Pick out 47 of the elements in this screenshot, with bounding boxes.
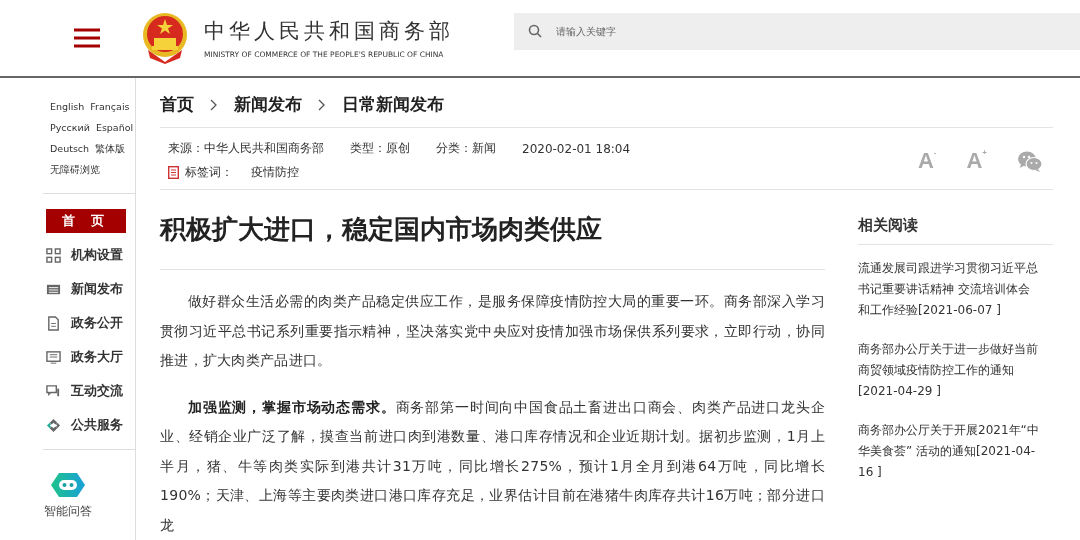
monitor-icon <box>46 349 61 365</box>
search-icon <box>528 24 542 38</box>
language-link[interactable]: Français <box>90 100 130 114</box>
nav-item[interactable]: 政务大厅 <box>43 345 135 369</box>
robot-icon[interactable] <box>50 472 85 498</box>
article-paragraph: 加强监测，掌握市场动态需求。商务部第一时间向中国食品土畜进出口商会、肉类产品进口龙头企业、经销企业广泛了解，摸查当前进口肉到港数量、港口库存情况和企业近期计划。据初步监测，1月上半月，猪、牛等肉类实际到港共计31万吨，同比增长275%，预计1月全月到港64万吨，同比增长190%；天津、上海等主要肉类进口港口库存充足，业界估计目前在港猪牛肉库存共计16万吨；部分进口龙 <box>160 397 825 535</box>
tag-label: 标签词： <box>185 164 233 181</box>
tag-icon <box>168 166 179 179</box>
search-field[interactable]: 请输入关键字 <box>514 12 1080 50</box>
site-title: 中华人民共和国商务部 <box>204 18 454 45</box>
chevron-icon <box>318 98 326 111</box>
date-text: 2020-02-01 18:04 <box>522 141 631 156</box>
language-link[interactable]: English <box>50 100 85 114</box>
emblem-icon <box>140 12 190 64</box>
wechat-icon[interactable] <box>1017 149 1043 172</box>
nav-item[interactable]: 互动交流 <box>43 379 135 403</box>
language-link[interactable]: Русский <box>50 121 90 135</box>
related-link[interactable]: 流通发展司跟进学习贯彻习近平总书记重要讲话精神 交流培训体会和工作经验[2021-06-07 ] <box>858 258 1053 321</box>
article-title: 积极扩大进口，稳定国内市场肉类供应 <box>160 190 825 270</box>
nav-item[interactable]: 首 页 <box>46 209 126 233</box>
language-link[interactable]: Español <box>95 121 134 135</box>
search-input[interactable]: 请输入关键字 <box>554 24 1080 38</box>
grid-icon <box>46 247 61 263</box>
nav-item[interactable]: 新闻发布 <box>43 277 135 301</box>
related-link[interactable]: 商务部办公厅关于开展2021年“中华美食荟” 活动的通知[2021-04-16 ] <box>858 420 1053 483</box>
article-paragraph: 做好群众生活必需的肉类产品稳定供应工作，是服务保障疫情防控大局的重要一环。商务部深入学习贯彻习近平总书记系列重要指示精神，坚决落实党中央应对疫情加强市场保供系列要求，立即行动，协同推进，扩大肉类产品进口。 <box>160 292 825 370</box>
related-heading: 相关阅读 <box>858 216 1053 245</box>
language-link[interactable]: 无障碍浏览 <box>50 163 100 177</box>
tag-link[interactable]: 疫情防控 <box>251 164 299 181</box>
related-link[interactable]: 商务部办公厅关于进一步做好当前商贸领域疫情防控工作的通知[2021-04-29 ] <box>858 339 1053 402</box>
chat-icon <box>46 383 61 399</box>
language-link[interactable]: 繁体版 <box>95 142 126 156</box>
document-icon <box>46 315 61 331</box>
type-text: 类型：原创 <box>350 140 410 157</box>
menu-icon[interactable] <box>74 28 100 48</box>
nav-item[interactable]: 机构设置 <box>43 243 135 267</box>
category-text: 分类：新闻 <box>436 140 496 157</box>
assistant-label[interactable]: 智能问答 <box>43 504 92 519</box>
chevron-icon <box>210 98 218 111</box>
nav-item[interactable]: 公共服务 <box>43 413 135 437</box>
breadcrumb-link[interactable]: 新闻发布 <box>234 93 302 116</box>
diamond-arrows-icon <box>46 417 61 433</box>
language-link[interactable]: Deutsch <box>50 142 90 156</box>
nav-item[interactable]: 政务公开 <box>43 311 135 335</box>
source-text: 来源：中华人民共和国商务部 <box>168 140 324 157</box>
breadcrumb-link[interactable]: 日常新闻发布 <box>342 93 444 116</box>
breadcrumb-link[interactable]: 首页 <box>160 93 194 116</box>
